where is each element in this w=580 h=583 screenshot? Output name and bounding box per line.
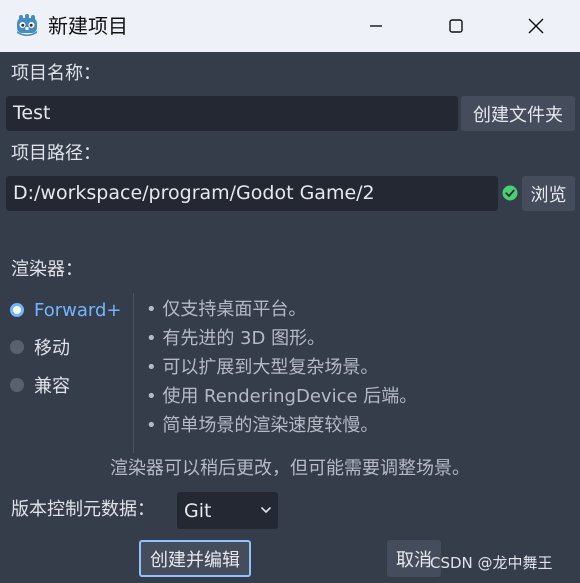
create-and-edit-button[interactable]: 创建并编辑 xyxy=(139,540,251,577)
renderer-feature: • 仅支持桌面平台。 xyxy=(146,299,307,320)
minimize-button[interactable] xyxy=(346,0,406,52)
renderer-feature: • 可以扩展到大型复杂场景。 xyxy=(146,357,379,378)
vcs-select[interactable]: Git xyxy=(177,492,278,529)
maximize-icon xyxy=(449,19,463,33)
project-path-input[interactable]: D:/workspace/program/Godot Game/2 xyxy=(6,176,498,211)
renderer-feature: • 有先进的 3D 图形。 xyxy=(146,328,326,349)
renderer-option-mobile[interactable]: 移动 xyxy=(10,334,70,360)
renderer-option-compatibility[interactable]: 兼容 xyxy=(10,372,70,398)
project-path-label: 项目路径： xyxy=(11,143,101,164)
new-project-dialog: 新建项目 项目名称： Test 创建文件夹 项目路径： D:/workspace… xyxy=(0,0,580,583)
radio-unselected-icon xyxy=(10,340,24,354)
window-title: 新建项目 xyxy=(48,14,128,38)
renderer-option-label: 移动 xyxy=(34,338,70,359)
maximize-button[interactable] xyxy=(426,0,486,52)
watermark: CSDN @龙中舞王 xyxy=(430,554,553,572)
renderer-feature: • 使用 RenderingDevice 后端。 xyxy=(146,386,418,407)
vcs-selected-value: Git xyxy=(184,499,212,522)
radio-unselected-icon xyxy=(10,378,24,392)
renderer-divider xyxy=(133,293,134,453)
godot-logo-icon xyxy=(17,14,37,36)
close-icon xyxy=(528,18,544,34)
close-button[interactable] xyxy=(506,0,566,52)
radio-selected-icon xyxy=(10,303,24,317)
create-folder-button[interactable]: 创建文件夹 xyxy=(461,96,575,131)
renderer-feature: • 简单场景的渲染速度较慢。 xyxy=(146,415,379,436)
browse-button[interactable]: 浏览 xyxy=(522,176,575,211)
renderer-option-label: 兼容 xyxy=(34,376,70,397)
renderer-label: 渲染器： xyxy=(11,259,83,280)
renderer-option-label: Forward+ xyxy=(34,299,122,321)
renderer-note: 渲染器可以稍后更改，但可能需要调整场景。 xyxy=(110,458,470,479)
vcs-label: 版本控制元数据： xyxy=(11,499,155,520)
minimize-icon xyxy=(370,25,382,27)
check-status-icon xyxy=(502,185,518,201)
project-name-input[interactable]: Test xyxy=(6,96,458,131)
renderer-option-forward-plus[interactable]: Forward+ xyxy=(10,297,121,323)
project-name-label: 项目名称： xyxy=(11,63,101,84)
title-bar: 新建项目 xyxy=(0,0,580,52)
chevron-down-icon xyxy=(261,507,271,513)
